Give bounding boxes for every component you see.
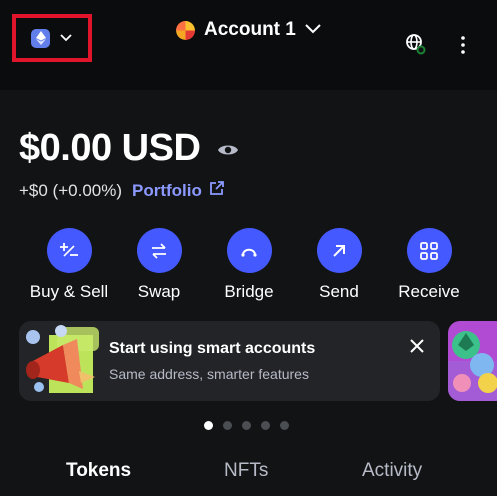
swap-button[interactable]: Swap [114,228,204,302]
chevron-down-icon [305,21,321,39]
arrow-up-right-icon [316,228,362,273]
asset-tabs: Tokens NFTs Activity [0,458,497,496]
promo-subtitle: Same address, smarter features [109,366,309,382]
kebab-menu-icon[interactable] [455,35,471,55]
carousel-dot[interactable] [261,421,270,430]
promo-title: Start using smart accounts [109,340,316,357]
smart-accounts-promo-card[interactable]: Start using smart accounts Same address,… [19,321,440,401]
ethereum-icon [31,28,50,48]
tab-activity[interactable]: Activity [362,460,422,482]
carousel-indicator [204,421,289,430]
swap-label: Swap [137,282,181,301]
megaphone-illustration [19,321,109,401]
receive-label: Receive [398,282,460,301]
close-icon[interactable] [408,337,426,355]
buy-sell-label: Buy & Sell [29,282,109,301]
plus-minus-icon [46,228,92,273]
tab-tokens[interactable]: Tokens [66,460,131,482]
qr-code-icon [406,228,452,273]
carousel-dot[interactable] [280,421,289,430]
swap-arrows-icon [136,228,182,273]
globe-connected-icon[interactable] [404,33,426,55]
carousel-dot[interactable] [223,421,232,430]
account-selector[interactable]: Account 1 [176,18,321,42]
carousel-dot[interactable] [204,421,213,430]
portfolio-link[interactable]: Portfolio [132,180,225,202]
bridge-icon [226,228,272,273]
portfolio-label: Portfolio [132,181,202,200]
carousel-dot[interactable] [242,421,251,430]
balance-amount: $0.00 USD [19,127,201,169]
balance-row: $0.00 USD [19,127,240,170]
eye-icon[interactable] [216,138,240,162]
coins-illustration [448,331,497,401]
next-promo-card[interactable] [448,321,497,401]
balance-change-row: +$0 (+0.00%) Portfolio [19,180,225,202]
send-button[interactable]: Send [294,228,384,302]
account-name: Account 1 [204,19,296,40]
receive-button[interactable]: Receive [384,228,474,302]
external-link-icon [208,180,225,202]
chevron-down-icon [60,29,72,47]
action-buttons: Buy & Sell Swap Bridge Send Receive [0,228,497,308]
balance-change: +$0 (+0.00%) [19,181,123,200]
header-bar: Account 1 [0,0,497,90]
network-selector-button[interactable] [12,14,92,62]
send-label: Send [319,282,359,301]
tab-nfts[interactable]: NFTs [224,460,268,482]
bridge-button[interactable]: Bridge [204,228,294,302]
bridge-label: Bridge [224,282,274,301]
account-avatar [176,20,195,40]
buy-sell-button[interactable]: Buy & Sell [24,228,114,302]
